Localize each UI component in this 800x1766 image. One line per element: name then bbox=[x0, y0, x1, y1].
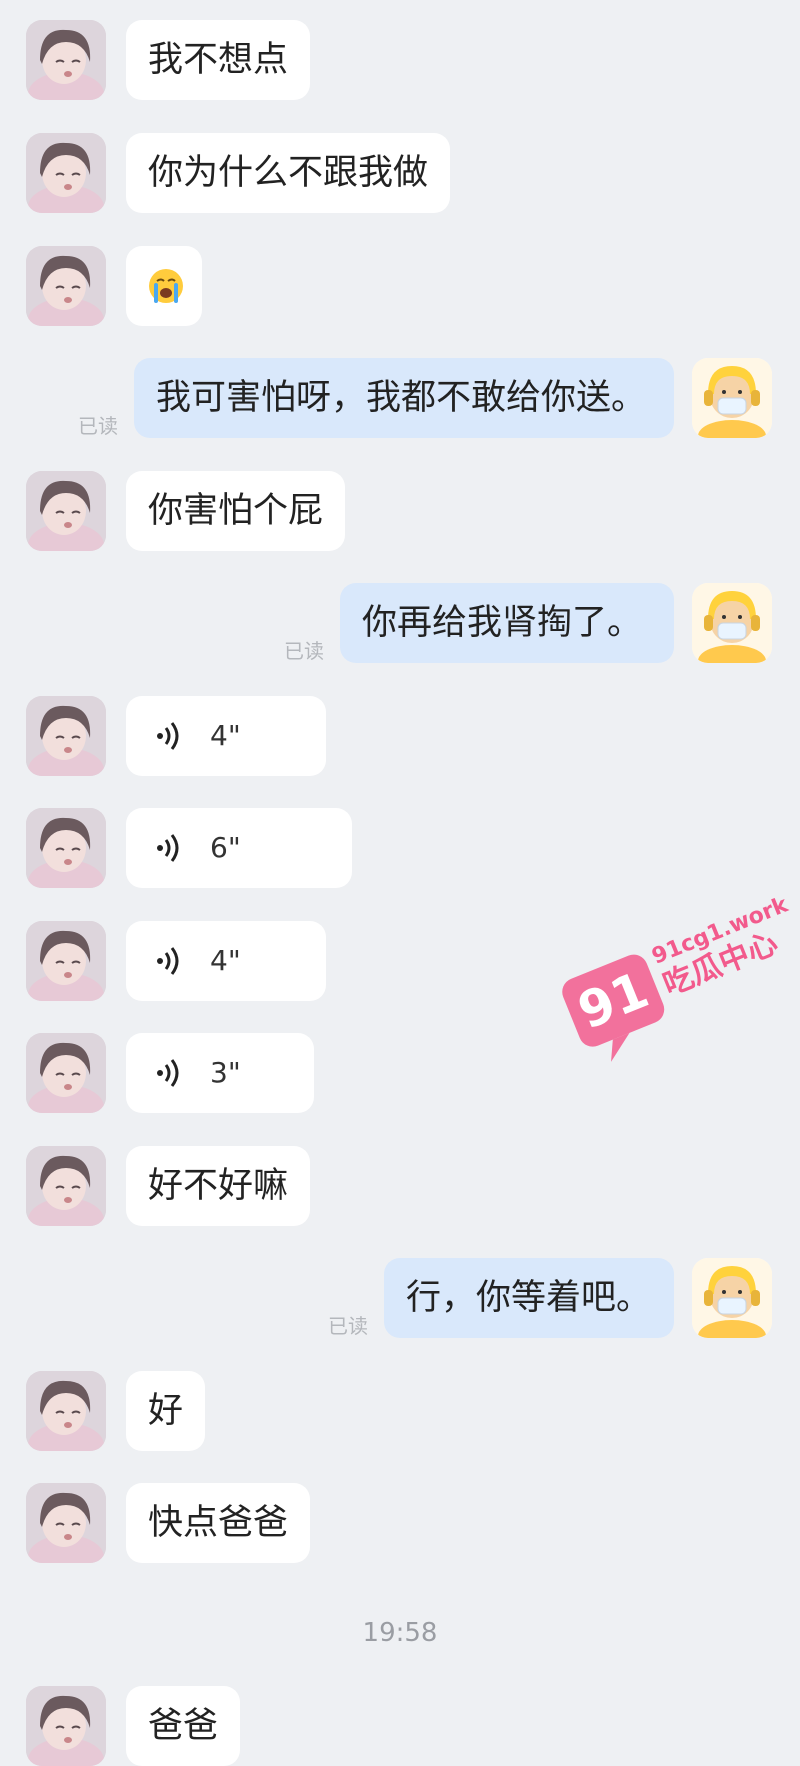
read-status: 已读 bbox=[328, 1314, 368, 1338]
voice-message[interactable]: 6" bbox=[126, 808, 352, 888]
message-bubble[interactable]: 好不好嘛 bbox=[126, 1146, 311, 1226]
chat-screen: { "messages": [ {"side": "left", "text":… bbox=[0, 0, 800, 1766]
timestamp: 19:58 bbox=[362, 1618, 438, 1648]
contact-avatar[interactable] bbox=[26, 1033, 106, 1113]
message-bubble[interactable]: 我可害怕呀，我都不敢给你送。 bbox=[134, 358, 674, 438]
contact-avatar[interactable] bbox=[26, 246, 106, 326]
user-avatar[interactable] bbox=[692, 1258, 772, 1338]
voice-duration: 6" bbox=[210, 831, 241, 864]
contact-avatar[interactable] bbox=[26, 921, 106, 1001]
message-bubble[interactable]: 快点爸爸 bbox=[126, 1483, 311, 1563]
contact-avatar[interactable] bbox=[26, 20, 106, 100]
contact-avatar[interactable] bbox=[26, 1371, 106, 1451]
crying-face-icon bbox=[149, 269, 183, 303]
contact-avatar[interactable] bbox=[26, 1686, 106, 1766]
message-bubble[interactable]: 你再给我肾掏了。 bbox=[340, 583, 674, 663]
watermark-logo: 91 91cg1.work 吃瓜中心 bbox=[562, 892, 793, 1062]
contact-avatar[interactable] bbox=[26, 696, 106, 776]
read-status: 已读 bbox=[78, 414, 118, 438]
voice-wave-icon bbox=[157, 947, 179, 975]
message-bubble[interactable]: 行，你等着吧。 bbox=[384, 1258, 674, 1338]
message-bubble[interactable]: 你为什么不跟我做 bbox=[126, 133, 451, 213]
voice-wave-icon bbox=[157, 834, 179, 862]
message-bubble[interactable]: 好 bbox=[126, 1371, 206, 1451]
voice-duration: 4" bbox=[210, 944, 241, 977]
voice-message[interactable]: 4" bbox=[126, 696, 326, 776]
voice-wave-icon bbox=[157, 1059, 179, 1087]
message-bubble[interactable] bbox=[126, 246, 202, 326]
voice-duration: 3" bbox=[210, 1056, 241, 1089]
message-bubble[interactable]: 我不想点 bbox=[126, 20, 311, 100]
contact-avatar[interactable] bbox=[26, 471, 106, 551]
message-bubble[interactable]: 你害怕个屁 bbox=[126, 471, 346, 551]
contact-avatar[interactable] bbox=[26, 1483, 106, 1563]
user-avatar[interactable] bbox=[692, 583, 772, 663]
voice-message[interactable]: 3" bbox=[126, 1033, 314, 1113]
contact-avatar[interactable] bbox=[26, 808, 106, 888]
voice-duration: 4" bbox=[210, 719, 241, 752]
voice-message[interactable]: 4" bbox=[126, 921, 326, 1001]
voice-wave-icon bbox=[157, 722, 179, 750]
message-bubble[interactable]: 爸爸 bbox=[126, 1686, 241, 1766]
user-avatar[interactable] bbox=[692, 358, 772, 438]
read-status: 已读 bbox=[284, 639, 324, 663]
contact-avatar[interactable] bbox=[26, 1146, 106, 1226]
contact-avatar[interactable] bbox=[26, 133, 106, 213]
